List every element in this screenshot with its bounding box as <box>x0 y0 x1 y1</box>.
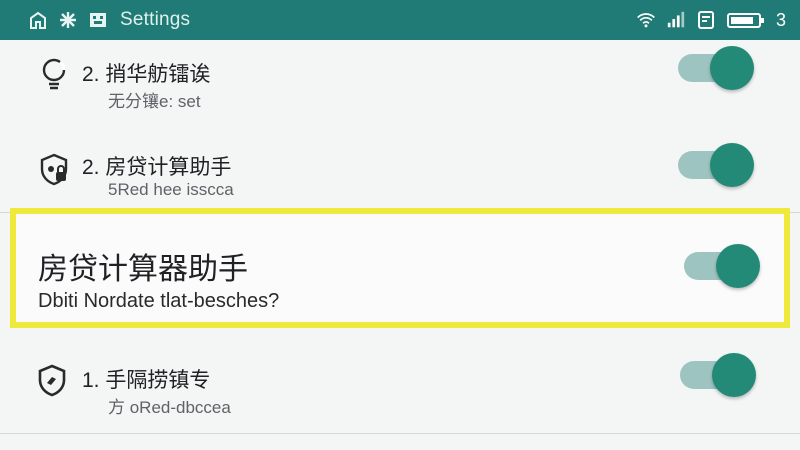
list-item[interactable]: 2. 捎华舫镭诶 无分镶e: set <box>0 40 800 125</box>
media-icon <box>88 10 108 30</box>
item-toggle[interactable] <box>682 244 762 288</box>
item-subtitle: 无分镶e: set <box>108 92 201 111</box>
toggle-thumb <box>710 143 754 187</box>
list-item-highlighted[interactable]: 房贷计算器助手 Dbiti Nordate tlat-besches? <box>10 208 790 328</box>
home-icon <box>28 10 48 30</box>
item-toggle[interactable] <box>676 46 756 90</box>
item-title: 2. 房贷计算助手 <box>82 156 232 179</box>
settings-list: 2. 捎华舫镭诶 无分镶e: set 2. 房贷计算助手 5Red hee is… <box>0 40 800 450</box>
list-item[interactable]: 1. 手隔捞镇专 方 oRed-dbccea <box>0 335 800 434</box>
item-subtitle: 5Red hee isscca <box>108 180 234 199</box>
status-bar-title: Settings <box>120 9 191 30</box>
item-toggle[interactable] <box>676 143 756 187</box>
toggle-thumb <box>710 46 754 90</box>
item-toggle[interactable] <box>678 353 758 397</box>
item-title: 1. 手隔捞镇专 <box>82 369 211 392</box>
wifi-icon <box>636 10 656 30</box>
battery-level: 3 <box>775 9 786 30</box>
list-item[interactable]: 2. 房贷计算助手 5Red hee isscca <box>0 124 800 213</box>
bug-icon <box>58 10 78 30</box>
shield-lock-icon <box>36 152 72 188</box>
toggle-thumb <box>712 353 756 397</box>
item-title: 2. 捎华舫镭诶 <box>82 63 211 86</box>
item-subtitle: 方 oRed-dbccea <box>108 398 231 417</box>
shield-check-icon <box>34 363 70 399</box>
item-subtitle: Dbiti Nordate tlat-besches? <box>38 290 280 312</box>
lightbulb-icon <box>36 56 72 92</box>
status-bar: Settings 3 <box>0 0 800 41</box>
item-title: 房贷计算器助手 <box>38 253 248 286</box>
notification-icon <box>696 10 716 30</box>
battery-icon <box>726 10 766 30</box>
signal-icon <box>666 10 686 30</box>
toggle-thumb <box>716 244 760 288</box>
